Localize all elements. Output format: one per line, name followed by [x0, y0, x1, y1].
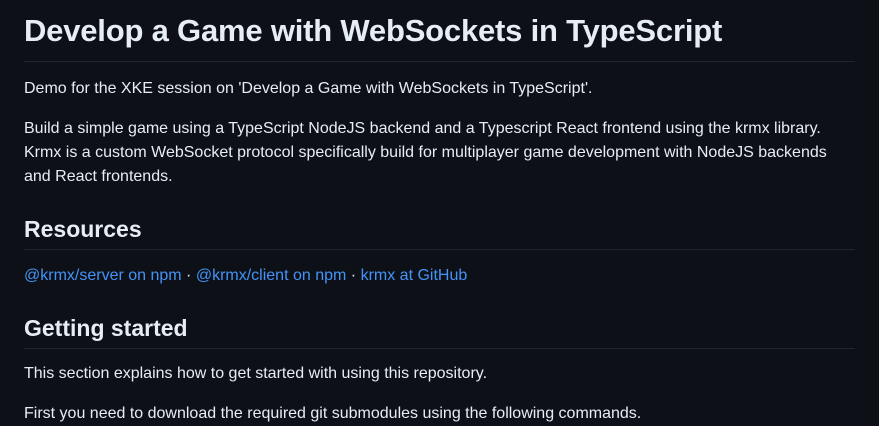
page-title: Develop a Game with WebSockets in TypeSc…	[24, 0, 855, 62]
link-separator: ·	[346, 267, 361, 284]
description-paragraph: Build a simple game using a TypeScript N…	[24, 120, 827, 185]
resources-links: @krmx/server on npm · @krmx/client on np…	[24, 264, 855, 288]
resources-heading: Resources	[24, 214, 855, 250]
intro-paragraph: Demo for the XKE session on 'Develop a G…	[24, 80, 593, 97]
submodules-paragraph: First you need to download the required …	[24, 405, 642, 422]
link-separator: ·	[181, 267, 196, 284]
getting-started-heading: Getting started	[24, 313, 855, 349]
readme-content: Develop a Game with WebSockets in TypeSc…	[24, 0, 855, 426]
krmx-github-link[interactable]: krmx at GitHub	[361, 267, 468, 284]
krmx-client-npm-link[interactable]: @krmx/client on npm	[196, 267, 347, 284]
krmx-server-npm-link[interactable]: @krmx/server on npm	[24, 267, 182, 284]
getting-started-intro: This section explains how to get started…	[24, 365, 488, 382]
